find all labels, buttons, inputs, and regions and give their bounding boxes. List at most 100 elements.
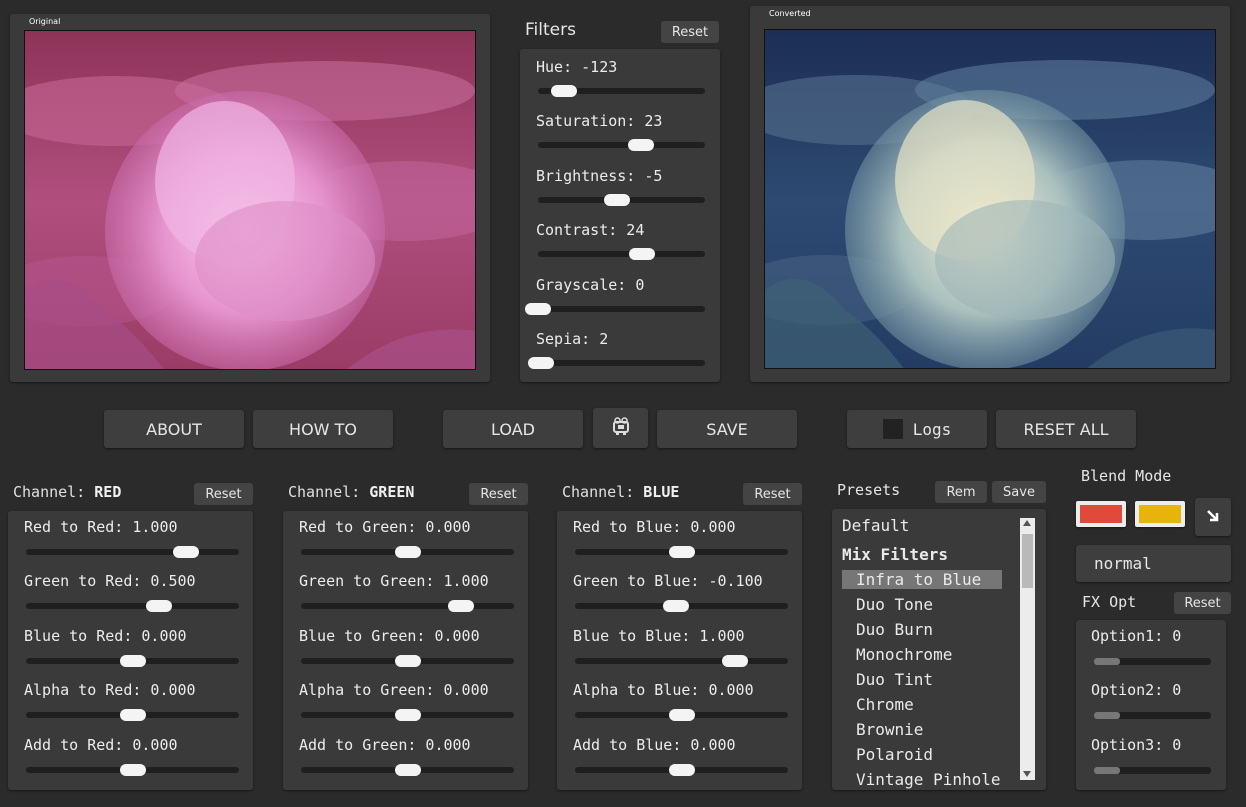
channel-slider[interactable] [575, 546, 788, 558]
slider-thumb[interactable] [119, 763, 146, 776]
slider-thumb[interactable] [628, 248, 655, 261]
channel-slider-label: Blue to Red: 0.000 [24, 626, 187, 645]
channel-heading: Channel: BLUE [562, 483, 679, 501]
channel-slider[interactable] [301, 709, 514, 722]
channel-slider[interactable] [26, 763, 239, 776]
channel-slider[interactable] [575, 709, 788, 722]
fx-option-label: Option3: 0 [1091, 735, 1182, 754]
fx-option-slider[interactable] [1094, 712, 1211, 720]
blend-color1-swatch[interactable] [1076, 501, 1126, 527]
channel-slider[interactable] [575, 600, 788, 613]
reset-all-button[interactable]: RESET ALL [996, 410, 1136, 448]
channel-slider[interactable] [26, 546, 239, 558]
filter-slider[interactable] [538, 248, 705, 261]
blend-swap-button[interactable] [1195, 498, 1231, 536]
scroll-up-icon[interactable] [1023, 520, 1031, 526]
arrow-down-right-icon [1206, 508, 1220, 527]
slider-thumb[interactable] [1094, 712, 1120, 720]
slider-thumb[interactable] [172, 546, 199, 558]
preset-item[interactable]: Monochrome [856, 645, 952, 664]
channel-slider[interactable] [301, 654, 514, 667]
fx-title: FX Opt [1082, 593, 1137, 611]
slider-thumb[interactable] [1094, 766, 1120, 774]
slider-thumb[interactable] [551, 85, 578, 97]
logs-checkbox[interactable] [882, 419, 903, 439]
slider-thumb[interactable] [119, 709, 146, 722]
slider-thumb[interactable] [394, 709, 421, 722]
slider-thumb[interactable] [1094, 658, 1120, 665]
filter-slider[interactable] [538, 193, 705, 206]
howto-button[interactable]: HOW TO [253, 410, 393, 448]
scrollbar-thumb[interactable] [1022, 534, 1033, 588]
slider-thumb[interactable] [627, 139, 654, 152]
slider-thumb[interactable] [528, 357, 555, 369]
save-button[interactable]: SAVE [657, 410, 797, 448]
slider-thumb[interactable] [525, 302, 551, 315]
preset-item[interactable]: Duo Tone [856, 595, 933, 614]
channel-slider-label: Alpha to Green: 0.000 [299, 681, 489, 700]
channel-slider[interactable] [26, 654, 239, 667]
presets-save-button[interactable]: Save [992, 481, 1046, 503]
preset-item[interactable]: Vintage Pinhole [856, 770, 1001, 789]
filter-slider[interactable] [538, 139, 705, 152]
channel-slider[interactable] [301, 600, 514, 613]
slider-thumb[interactable] [668, 763, 695, 776]
channel-slider[interactable] [301, 546, 514, 558]
channel-slider-label: Blue to Green: 0.000 [299, 626, 480, 645]
channel-reset-button[interactable]: Reset [469, 483, 528, 505]
slider-thumb[interactable] [604, 193, 631, 206]
scroll-down-icon[interactable] [1023, 771, 1031, 777]
logs-toggle[interactable]: Logs [847, 410, 987, 448]
presets-title: Presets [837, 481, 901, 499]
presets-scrollbar[interactable] [1020, 518, 1035, 780]
preset-item[interactable]: Polaroid [856, 745, 933, 764]
preset-item[interactable]: Duo Tint [856, 670, 933, 689]
slider-thumb[interactable] [663, 600, 690, 613]
channel-slider-label: Red to Green: 0.000 [299, 518, 471, 536]
channel-slider-label: Green to Blue: -0.100 [573, 572, 763, 591]
blend-mode-select[interactable]: normal [1076, 545, 1231, 582]
load-button[interactable]: LOAD [443, 410, 583, 448]
slider-thumb[interactable] [447, 600, 474, 613]
slider-thumb[interactable] [394, 654, 421, 667]
filter-label: Grayscale: 0 [536, 275, 645, 294]
slider-thumb[interactable] [721, 654, 748, 667]
slider-thumb[interactable] [394, 763, 421, 776]
channel-reset-button[interactable]: Reset [743, 483, 802, 505]
fx-panel: Option1: 0 Option2: 0 Option3: 0 [1076, 620, 1226, 790]
presets-list[interactable]: Default Mix Filters Infra to Blue Duo Tone D… [832, 509, 1046, 790]
filters-panel: Hue: -123 Saturation: 23 Brightness: -5 Con… [520, 49, 720, 382]
channel-slider[interactable] [26, 709, 239, 722]
filters-reset-button[interactable]: Reset [661, 21, 719, 43]
preset-item[interactable]: Default [842, 516, 909, 535]
filter-slider[interactable] [525, 302, 705, 315]
filter-slider[interactable] [538, 85, 705, 97]
original-image [24, 30, 476, 370]
preset-item[interactable]: Brownie [856, 720, 923, 739]
slider-thumb[interactable] [119, 654, 146, 667]
preset-item[interactable]: Infra to Blue [842, 570, 1002, 589]
blend-color2-swatch[interactable] [1135, 501, 1185, 527]
channel-slider[interactable] [26, 600, 239, 613]
camera-button[interactable] [593, 408, 648, 448]
about-button[interactable]: ABOUT [104, 410, 244, 448]
channel-slider[interactable] [575, 763, 788, 776]
channel-reset-button[interactable]: Reset [194, 483, 253, 505]
slider-thumb[interactable] [668, 709, 695, 722]
fx-option-slider[interactable] [1094, 658, 1211, 665]
fx-reset-button[interactable]: Reset [1174, 592, 1231, 614]
channel-slider[interactable] [301, 763, 514, 776]
slider-thumb[interactable] [146, 600, 173, 613]
preset-item[interactable]: Duo Burn [856, 620, 933, 639]
blend-color2-fill [1139, 505, 1181, 523]
slider-thumb[interactable] [668, 546, 695, 558]
presets-rem-button[interactable]: Rem [935, 481, 987, 503]
converted-image [764, 29, 1216, 369]
channel-heading: Channel: GREEN [288, 483, 414, 501]
filter-slider[interactable] [528, 357, 705, 369]
preset-item[interactable]: Mix Filters [842, 545, 948, 564]
preset-item[interactable]: Chrome [856, 695, 914, 714]
fx-option-slider[interactable] [1094, 766, 1211, 774]
slider-thumb[interactable] [394, 546, 421, 558]
channel-slider[interactable] [575, 654, 788, 667]
